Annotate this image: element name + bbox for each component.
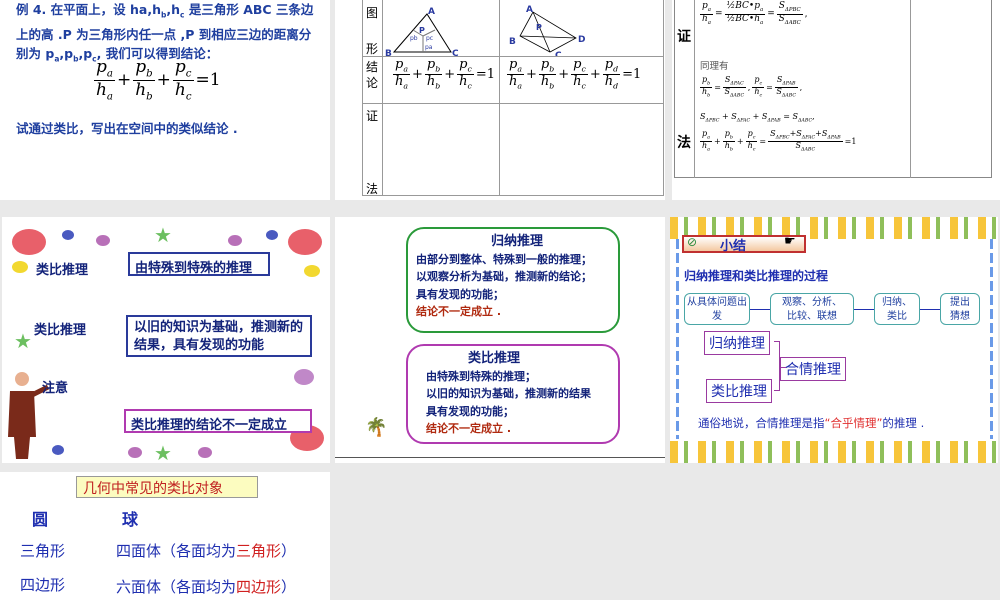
flow-step: 观察、分析、比较、联想 <box>770 293 854 325</box>
row-label: 形 <box>366 42 379 56</box>
svg-text:C: C <box>452 49 459 56</box>
flow-step: 从具体问题出发 <box>684 293 750 325</box>
shape-3d: 球 <box>122 510 139 529</box>
slide-thumbnail-proof[interactable]: 证 法 pa ha = ½BC•pa ½BC•ha = SΔPBC SΔABC, 同理有 pb… <box>672 0 1000 200</box>
analogy-card: 类比推理 由特殊到特殊的推理； 以旧的知识为基础，推测新的结果 具有发现的功能；… <box>406 344 620 444</box>
pencil-icon: ⊘ <box>687 235 698 249</box>
triangle-figure: A B C P pb pc pa <box>385 7 459 56</box>
card-line: 由特殊到特殊的推理； <box>426 369 536 383</box>
proof-line-4: pa ha + pb hb + pc hc = SΔPBC+SΔPAC+SΔPAB SΔABC =1 <box>700 129 857 153</box>
prompt-text: 试通过类比，写出在空间中的类似结论 . <box>16 121 238 136</box>
feature-box: 以旧的知识为基础，推测新的结果，具有发现的功能 <box>126 315 312 357</box>
svg-text:A: A <box>428 7 435 17</box>
svg-text:B: B <box>385 49 392 56</box>
shape-3d: 四面体（各面均为三角形） <box>116 542 297 560</box>
row-label: 图 <box>366 6 379 20</box>
row-label: 法 <box>677 135 691 151</box>
definition-box: 由特殊到特殊的推理 <box>128 252 270 276</box>
label-analogy: 类比推理 <box>34 323 87 338</box>
svg-text:A: A <box>526 5 533 15</box>
summary-text: 通俗地说，合情推理是指“合乎情理”的推理 . <box>698 416 925 430</box>
slide-thumbnail-summary[interactable]: ⊘ 小结 ☛ 归纳推理和类比推理的过程 从具体问题出发 观察、分析、比较、联想 … <box>670 217 998 463</box>
svg-text:P: P <box>419 26 425 35</box>
proof-line-3: SΔPBC + SΔPAC + SΔPAB = SΔABC, <box>700 112 815 124</box>
plane-formula: pa ha + pb hb + pc hc =1 <box>393 57 495 91</box>
slide-thumbnail-comparison[interactable]: 归纳推理 由部分到整体、特殊到一般的推理； 以观察分析为基础，推测新的结论； 具… <box>335 217 665 463</box>
svg-text:pb: pb <box>410 35 418 42</box>
slide-thumbnail-example4[interactable]: 例 4. 在平面上，设 ha,hb,hc 是三角形 ABC 三条边上的高 .P … <box>0 0 330 200</box>
formula: pa ha + pb hb + pc hc =1 <box>94 57 221 102</box>
svg-text:D: D <box>578 35 585 45</box>
svg-text:pa: pa <box>425 44 433 51</box>
pointing-hand-icon: ☛ <box>784 234 796 249</box>
slide-title: 小结 <box>720 239 747 254</box>
svg-text:C: C <box>555 51 562 56</box>
label-note: 注意 <box>42 381 69 396</box>
flow-step: 归纳、类比 <box>874 293 920 325</box>
slide-thumbnail-analogy-table[interactable]: 图 形 结 论 证 法 A B C P pb pc pa A B C D P p… <box>335 0 665 200</box>
induction-box: 归纳推理 <box>704 331 770 355</box>
row-label: 结 <box>366 60 379 74</box>
card-line: 具有发现的功能； <box>426 404 514 418</box>
card-line: 以旧的知识为基础，推测新的结果 <box>426 387 591 400</box>
induction-card: 归纳推理 由部分到整体、特殊到一般的推理； 以观察分析为基础，推测新的结论； 具… <box>406 227 620 333</box>
proof-line-2: pb hb = SΔPAC SΔABC, pc hc = SΔPAB SΔABC, <box>700 75 803 99</box>
svg-text:pc: pc <box>426 35 433 42</box>
title-box: 几何中常见的类比对象 <box>76 476 258 498</box>
shape-3d: 六面体（各面均为四边形） <box>116 578 297 596</box>
card-warning: 结论不一定成立 . <box>416 305 502 318</box>
label-analogy: 类比推理 <box>36 263 89 278</box>
palm-tree-icon: 🌴 <box>365 417 388 438</box>
star-icon: ★ <box>14 329 32 353</box>
flow-step: 提出猜想 <box>940 293 980 325</box>
note-box: 类比推理的结论不一定成立 <box>124 409 312 433</box>
row-label: 论 <box>366 76 379 90</box>
shape-2d: 圆 <box>32 510 49 529</box>
tetrahedron-figure: A B C D P <box>509 5 585 56</box>
row-label: 证 <box>677 29 691 45</box>
card-title: 类比推理 <box>468 351 521 366</box>
card-warning: 结论不一定成立 . <box>426 422 512 435</box>
title-bar: ⊘ 小结 ☛ <box>682 234 806 254</box>
slide-thumbnail-geometry-analogy[interactable]: 几何中常见的类比对象 圆 球 三角形 四面体（各面均为三角形） 四边形 六面体（… <box>0 472 330 600</box>
svg-text:P: P <box>536 23 542 32</box>
space-formula: pa ha + pb hb + pc hc + pd hd =1 <box>507 57 642 91</box>
card-title: 归纳推理 <box>490 234 543 249</box>
sunflower-border-bottom <box>670 441 998 463</box>
slide-thumbnail-analogy-notes[interactable]: ★ ★ ★ ★ 类比推理 由特殊到特殊的推理 类比推理 以旧的知识为基础，推测新… <box>2 217 330 463</box>
card-line: 以观察分析为基础，推测新的结论； <box>416 270 592 283</box>
shape-2d: 四边形 <box>20 576 66 594</box>
analogy-box: 类比推理 <box>706 379 772 403</box>
proof-text: 同理有 <box>700 61 729 72</box>
card-line: 具有发现的功能； <box>416 287 504 301</box>
subtitle: 归纳推理和类比推理的过程 <box>684 269 829 283</box>
proof-line-1: pa ha = ½BC•pa ½BC•ha = SΔPBC SΔABC, <box>700 1 808 26</box>
svg-text:B: B <box>509 37 516 47</box>
row-label: 法 <box>366 182 379 196</box>
row-label: 证 <box>366 109 379 123</box>
shape-2d: 三角形 <box>20 542 66 560</box>
card-line: 由部分到整体、特殊到一般的推理； <box>416 252 592 266</box>
star-icon: ★ <box>154 223 172 247</box>
plausible-reasoning-box: 合情推理 <box>780 357 846 381</box>
star-icon: ★ <box>154 441 172 463</box>
